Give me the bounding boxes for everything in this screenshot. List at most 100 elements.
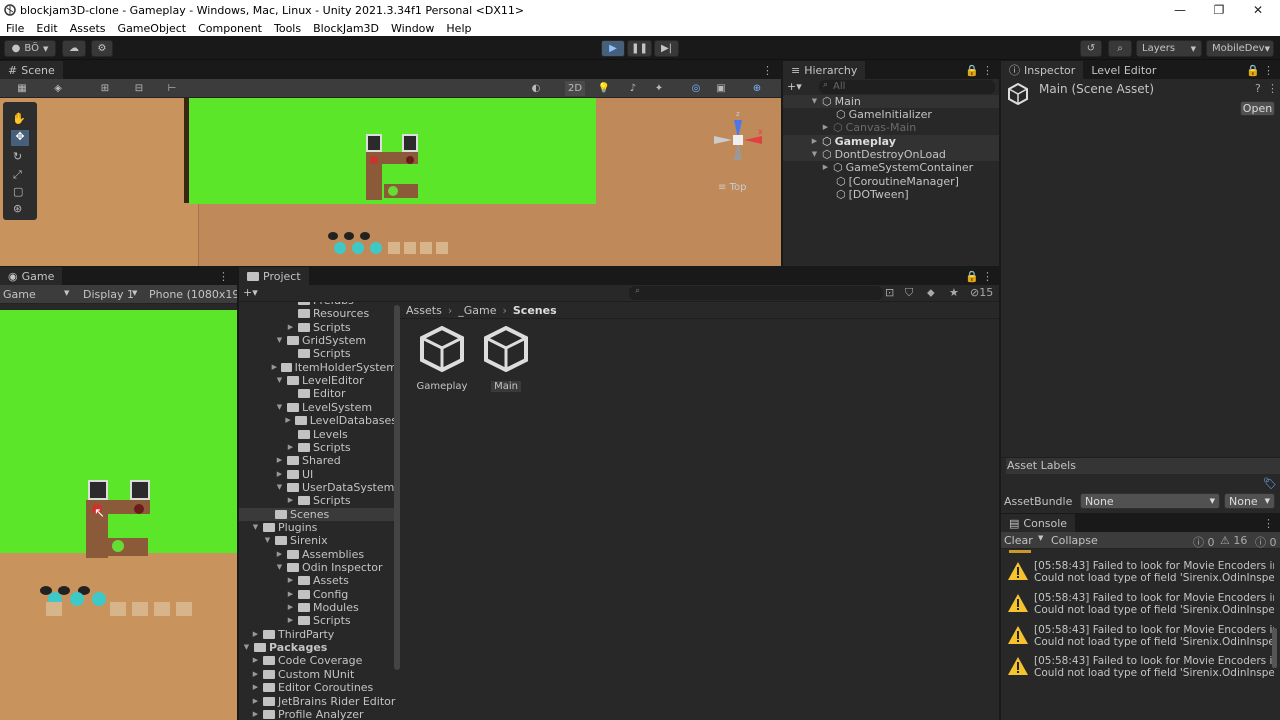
folder-item[interactable]: ▶ UI: [239, 468, 397, 481]
folder-item[interactable]: ▼ Sirenix: [239, 534, 397, 547]
collapse-arrow-icon[interactable]: ▶: [270, 361, 278, 374]
hierarchy-search-input[interactable]: All: [819, 80, 995, 94]
expand-arrow-icon[interactable]: ▼: [810, 148, 819, 161]
menu-blockjam3d[interactable]: BlockJam3D: [313, 22, 379, 35]
folder-item[interactable]: ▶ Assemblies: [239, 548, 397, 561]
more-options-icon[interactable]: ⋮: [982, 64, 993, 77]
audio-icon[interactable]: ♪: [625, 81, 641, 96]
menu-gameobject[interactable]: GameObject: [118, 22, 187, 35]
tab-level-editor[interactable]: Level Editor: [1083, 61, 1165, 79]
folder-item[interactable]: Prefabs: [239, 302, 397, 307]
more-options-icon[interactable]: ⋮: [218, 270, 229, 283]
move-tool-icon[interactable]: ✥: [11, 130, 29, 146]
layers-dropdown[interactable]: Layers ▼: [1136, 40, 1202, 57]
hidden-objects-icon[interactable]: ◎: [688, 81, 704, 96]
collapse-arrow-icon[interactable]: ▶: [286, 614, 295, 627]
folder-item[interactable]: Resources: [239, 307, 397, 320]
folder-item[interactable]: ▼ LevelSystem: [239, 401, 397, 414]
folder-item[interactable]: ▶ Code Coverage: [239, 654, 397, 667]
hierarchy-item-gameplay[interactable]: ▶ ⬡ Gameplay: [783, 135, 999, 148]
menu-component[interactable]: Component: [198, 22, 262, 35]
folder-item[interactable]: ▶ ItemHolderSystem: [239, 361, 397, 374]
asset-main[interactable]: Main: [478, 325, 534, 396]
expand-arrow-icon[interactable]: ▼: [275, 401, 284, 414]
folder-item[interactable]: ▶ Scripts: [239, 614, 397, 627]
collapse-arrow-icon[interactable]: ▶: [821, 121, 830, 134]
game-view-dropdown[interactable]: Game: [3, 288, 36, 301]
collapse-arrow-icon[interactable]: ▶: [286, 321, 295, 334]
folder-item[interactable]: Scenes: [239, 507, 397, 521]
folder-item[interactable]: ▶ Scripts: [239, 494, 397, 507]
collapse-arrow-icon[interactable]: ▶: [286, 574, 295, 587]
add-icon[interactable]: +▾: [243, 286, 258, 299]
hierarchy-item-dotween[interactable]: ⬡ [DOTween]: [783, 188, 909, 201]
more-options-icon[interactable]: ⋮: [1263, 64, 1274, 77]
folder-item[interactable]: ▶ Modules: [239, 601, 397, 614]
resolution-dropdown[interactable]: Phone (1080x1920: [149, 288, 237, 301]
collapse-arrow-icon[interactable]: ▶: [286, 588, 295, 601]
folder-item[interactable]: ▶ Config: [239, 588, 397, 601]
expand-arrow-icon[interactable]: ▼: [275, 561, 284, 574]
label-tag-icon[interactable]: 🏷: [1263, 477, 1277, 490]
folder-item[interactable]: Levels: [239, 428, 397, 441]
hand-tool-icon[interactable]: ✋: [12, 112, 26, 125]
rect-tool-icon[interactable]: ▢: [13, 185, 23, 198]
collapse-arrow-icon[interactable]: ▶: [275, 454, 284, 467]
breadcrumb-scenes[interactable]: Scenes: [513, 304, 557, 317]
menu-file[interactable]: File: [6, 22, 24, 35]
account-dropdown[interactable]: ● BÖ ▼: [4, 40, 56, 57]
collapse-arrow-icon[interactable]: ▶: [286, 494, 295, 507]
play-button[interactable]: ▶: [601, 40, 625, 57]
shading-icon[interactable]: ◐: [528, 81, 544, 96]
tab-scene[interactable]: # Scene: [0, 61, 63, 79]
history-icon[interactable]: ↺: [1080, 40, 1102, 57]
grid-snap-icon[interactable]: ⊞: [97, 81, 113, 96]
effects-icon[interactable]: ✦: [651, 81, 667, 96]
collab-icon[interactable]: ⚙: [91, 40, 113, 57]
scale-tool-icon[interactable]: ⤢: [13, 168, 22, 182]
expand-arrow-icon[interactable]: ▼: [251, 521, 260, 534]
expand-arrow-icon[interactable]: ▼: [263, 534, 272, 547]
tab-project[interactable]: Project: [239, 267, 309, 285]
collapse-arrow-icon[interactable]: ▶: [286, 601, 295, 614]
search-by-label-icon[interactable]: ⛉: [905, 286, 913, 300]
chevron-down-icon[interactable]: ▼: [1038, 534, 1043, 542]
variant-dropdown[interactable]: None ▼: [1224, 493, 1275, 509]
hierarchy-item-canvas-main[interactable]: ▶ ⬡ Canvas-Main: [783, 121, 916, 134]
hidden-packages-badge[interactable]: ⊘15: [970, 286, 993, 299]
folder-item[interactable]: ▼ Plugins: [239, 521, 397, 534]
transform-tool-icon[interactable]: ⊛: [13, 202, 22, 215]
open-button[interactable]: Open: [1240, 101, 1275, 116]
folder-item[interactable]: ▼ Odin Inspector: [239, 561, 397, 574]
scene-viewport[interactable]: ✋ ✥ ↻ ⤢ ▢ ⊛ z x ≡ Top: [0, 98, 781, 266]
cloud-icon[interactable]: ☁: [62, 40, 86, 57]
lock-icon[interactable]: 🔒: [965, 270, 979, 283]
clear-button[interactable]: Clear: [1004, 534, 1033, 547]
menu-window[interactable]: Window: [391, 22, 434, 35]
folder-item[interactable]: ▼ Packages: [239, 641, 397, 654]
hierarchy-item-main[interactable]: ▼ ⬡ Main: [783, 95, 999, 108]
console-scrollbar[interactable]: [1272, 628, 1277, 668]
folder-item[interactable]: ▶ Shared: [239, 454, 397, 467]
orientation-gizmo[interactable]: z x ≡ Top: [708, 110, 768, 193]
asset-gameplay[interactable]: Gameplay: [414, 325, 470, 396]
menu-help[interactable]: Help: [446, 22, 471, 35]
lock-icon[interactable]: 🔒: [965, 64, 979, 77]
menu-edit[interactable]: Edit: [36, 22, 57, 35]
search-icon[interactable]: ⌕: [1108, 40, 1132, 57]
expand-arrow-icon[interactable]: ▼: [275, 374, 284, 387]
folder-item[interactable]: Scripts: [239, 347, 397, 360]
lock-icon[interactable]: 🔒: [1246, 64, 1260, 77]
more-options-icon[interactable]: ⋮: [1263, 517, 1274, 530]
folder-item[interactable]: ▶ Scripts: [239, 441, 397, 454]
expand-arrow-icon[interactable]: ▼: [275, 334, 284, 347]
more-options-icon[interactable]: ⋮: [982, 270, 993, 283]
hierarchy-item-gamesystemcontainer[interactable]: ▶ ⬡ GameSystemContainer: [783, 161, 973, 174]
menu-tools[interactable]: Tools: [274, 22, 301, 35]
hierarchy-item-coroutinemanager[interactable]: ⬡ [CoroutineManager]: [783, 175, 959, 188]
collapse-arrow-icon[interactable]: ▶: [821, 161, 830, 174]
layout-dropdown[interactable]: MobileDev ▼: [1206, 40, 1274, 57]
maximize-button[interactable]: ❐: [1199, 0, 1239, 20]
lighting-icon[interactable]: 💡: [596, 81, 612, 96]
folder-item[interactable]: ▶ JetBrains Rider Editor: [239, 695, 397, 708]
